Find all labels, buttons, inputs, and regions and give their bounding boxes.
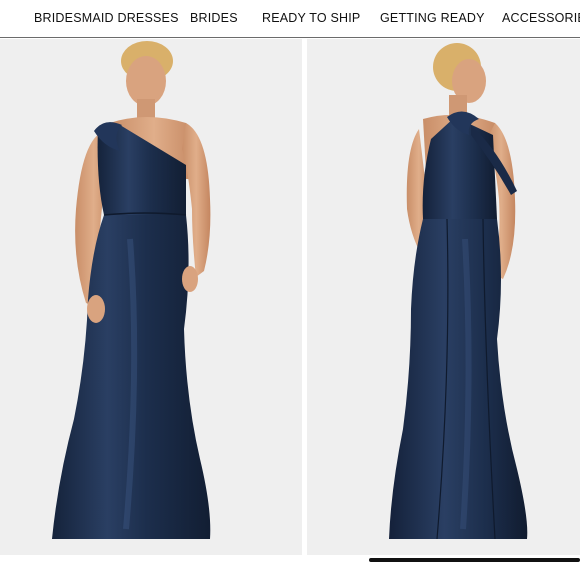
nav-bridesmaid-dresses[interactable]: BRIDESMAID DRESSES <box>34 11 179 25</box>
head <box>126 56 166 106</box>
back-model-illustration <box>389 43 528 540</box>
product-image-front[interactable] <box>0 39 302 555</box>
nav-getting-ready[interactable]: GETTING READY <box>380 11 485 25</box>
nav-ready-to-ship[interactable]: READY TO SHIP <box>262 11 360 25</box>
top-navigation: BRIDESMAID DRESSES BRIDES READY TO SHIP … <box>0 0 580 38</box>
nav-accessories[interactable]: ACCESSORIES <box>502 11 580 25</box>
front-model-illustration <box>52 41 211 539</box>
product-image-back[interactable] <box>307 39 580 555</box>
carousel-scrollbar[interactable] <box>369 558 580 562</box>
nav-brides[interactable]: BRIDES <box>190 11 238 25</box>
